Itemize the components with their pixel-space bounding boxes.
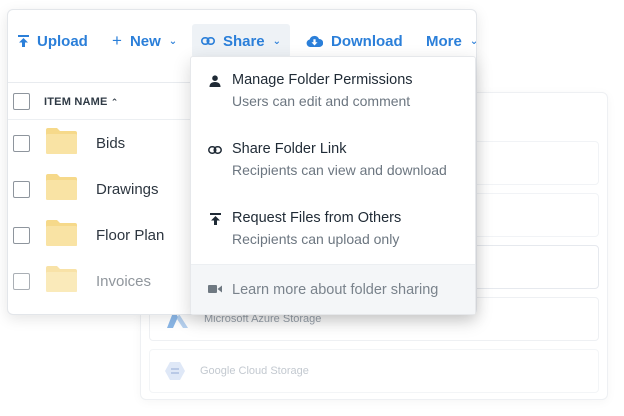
menu-item-title: Request Files from Others bbox=[232, 210, 402, 226]
screen: Microsoft Azure Storage Google Cloud Sto… bbox=[0, 0, 624, 416]
cloud-download-icon bbox=[306, 35, 323, 47]
plus-icon: + bbox=[112, 31, 122, 50]
chevron-down-icon: ⌄ bbox=[470, 36, 476, 47]
menu-item-subtitle: Recipients can view and download bbox=[232, 162, 447, 178]
row-checkbox[interactable] bbox=[13, 227, 30, 244]
person-icon bbox=[208, 74, 222, 88]
download-button[interactable]: Download bbox=[306, 24, 403, 58]
upload-icon bbox=[18, 35, 29, 47]
menu-item-title: Share Folder Link bbox=[232, 141, 347, 157]
menu-item-subtitle: Users can edit and comment bbox=[232, 93, 411, 109]
more-button[interactable]: More ⌄ bbox=[426, 24, 476, 58]
upload-icon bbox=[208, 212, 222, 226]
menu-item-request-files[interactable]: Request Files from Others Recipients can… bbox=[191, 210, 475, 247]
learn-more-label: Learn more about folder sharing bbox=[232, 281, 439, 298]
sort-ascending-icon: ⌃ bbox=[110, 96, 119, 107]
item-name-column-header[interactable]: ITEM NAME ⌃ bbox=[44, 96, 119, 108]
folder-icon bbox=[46, 266, 77, 292]
upload-button[interactable]: Upload bbox=[18, 24, 88, 58]
file-name: Drawings bbox=[96, 181, 159, 198]
file-name: Floor Plan bbox=[96, 227, 165, 244]
chevron-down-icon: ⌄ bbox=[272, 35, 282, 47]
more-label: More bbox=[426, 32, 462, 50]
learn-more-folder-sharing-link[interactable]: Learn more about folder sharing bbox=[191, 264, 475, 314]
link-icon bbox=[200, 37, 215, 45]
row-checkbox[interactable] bbox=[13, 181, 30, 198]
file-name: Invoices bbox=[96, 273, 152, 290]
row-checkbox[interactable] bbox=[13, 135, 30, 152]
menu-item-title: Manage Folder Permissions bbox=[232, 72, 413, 88]
folder-icon bbox=[46, 220, 77, 246]
folder-icon bbox=[46, 174, 77, 200]
share-button[interactable]: Share ⌄ bbox=[192, 24, 290, 58]
storage-row-gcs[interactable]: Google Cloud Storage bbox=[149, 349, 599, 393]
google-cloud-storage-icon bbox=[165, 362, 185, 380]
video-icon bbox=[208, 282, 222, 296]
row-checkbox[interactable] bbox=[13, 273, 30, 290]
upload-label: Upload bbox=[37, 32, 88, 50]
menu-item-manage-folder-permissions[interactable]: Manage Folder Permissions Users can edit… bbox=[191, 72, 475, 109]
download-label: Download bbox=[331, 32, 403, 50]
share-label: Share bbox=[222, 32, 265, 50]
item-name-header-label: ITEM NAME bbox=[44, 95, 108, 108]
select-all-checkbox[interactable] bbox=[13, 93, 30, 110]
file-name: Bids bbox=[96, 135, 126, 152]
link-icon bbox=[208, 143, 222, 157]
new-label: New bbox=[129, 32, 161, 50]
folder-icon bbox=[46, 128, 77, 154]
menu-item-subtitle: Recipients can upload only bbox=[232, 231, 400, 247]
share-dropdown-menu: Manage Folder Permissions Users can edit… bbox=[190, 56, 476, 315]
menu-item-share-folder-link[interactable]: Share Folder Link Recipients can view an… bbox=[191, 141, 475, 178]
gcs-storage-label: Google Cloud Storage bbox=[200, 365, 309, 377]
new-button[interactable]: + New ⌄ bbox=[112, 24, 177, 58]
chevron-down-icon: ⌄ bbox=[168, 35, 178, 47]
